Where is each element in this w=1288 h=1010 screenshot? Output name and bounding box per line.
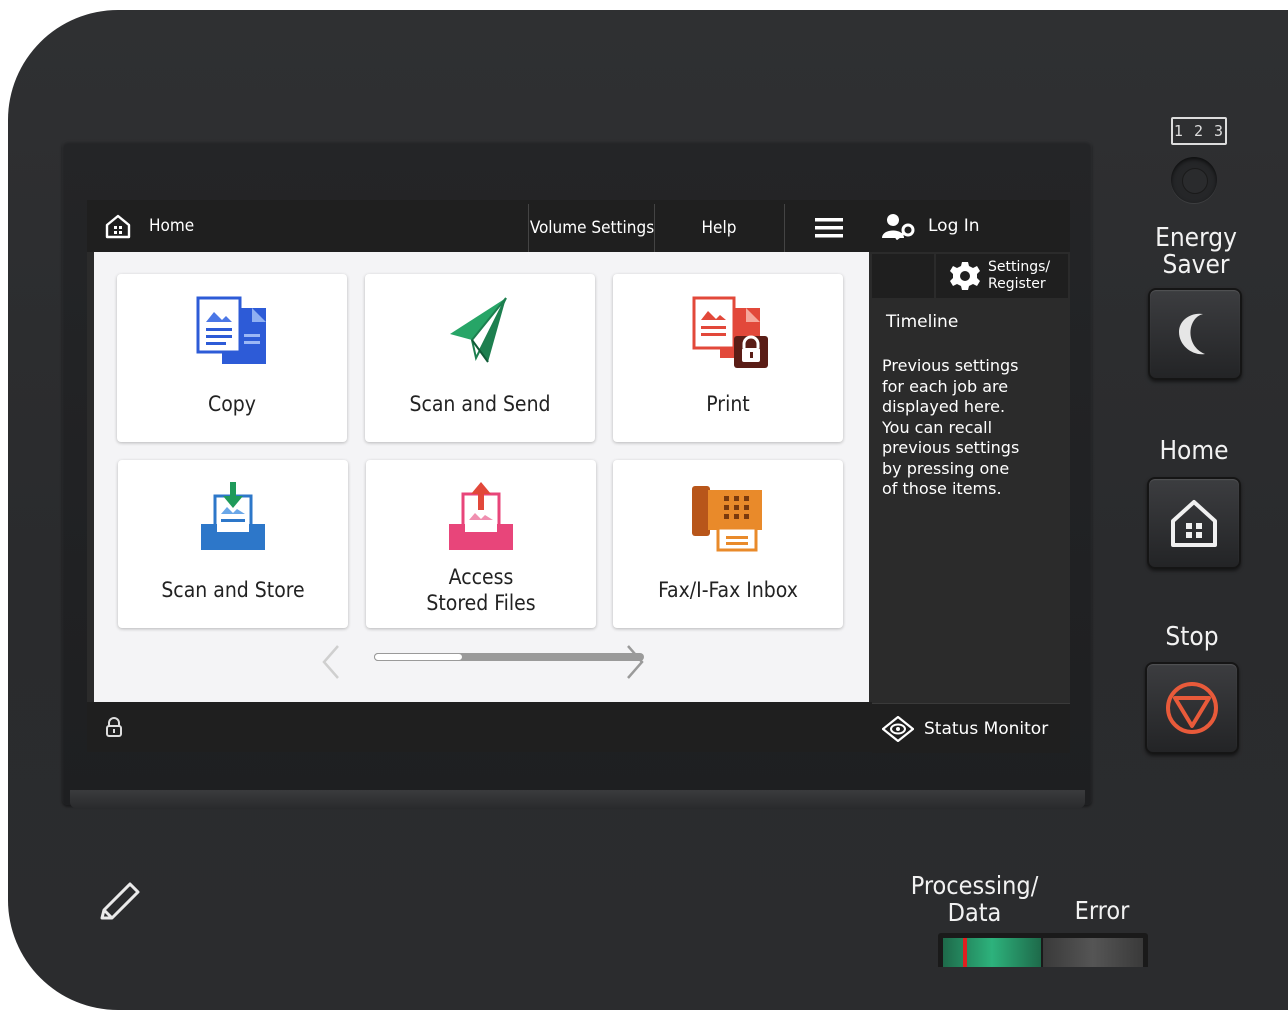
user-key-icon bbox=[882, 214, 915, 240]
main-menu-area: Copy Scan and Send Print Scan and Store … bbox=[94, 252, 869, 702]
paper-plane-icon bbox=[450, 297, 507, 363]
brightness-knob[interactable] bbox=[1171, 157, 1217, 203]
lock-icon[interactable] bbox=[105, 717, 123, 737]
counter-key[interactable]: 1 2 3 bbox=[1171, 117, 1227, 145]
tile-access-stored-files[interactable]: Access Stored Files bbox=[366, 460, 596, 628]
energy-saver-label: Energy Saver bbox=[1155, 223, 1237, 280]
home-hw-icon bbox=[1171, 500, 1217, 547]
tile-print-label: Print bbox=[706, 392, 750, 416]
hamburger-menu-button[interactable] bbox=[784, 204, 873, 252]
settings-register-button[interactable]: Settings/ Register bbox=[936, 254, 1068, 298]
timeline-title: Timeline bbox=[886, 312, 959, 332]
stop-icon bbox=[1166, 682, 1218, 734]
help-label: Help bbox=[701, 218, 737, 238]
home-tab[interactable]: Home bbox=[87, 200, 527, 252]
tile-fax-inbox-label: Fax/I-Fax Inbox bbox=[658, 578, 798, 602]
hamburger-menu-icon bbox=[815, 218, 843, 238]
tile-scan-and-store[interactable]: Scan and Store bbox=[118, 460, 348, 628]
settings-label-line1: Settings/ bbox=[988, 259, 1051, 275]
status-monitor-label: Status Monitor bbox=[924, 718, 1049, 739]
gear-icon bbox=[950, 262, 980, 290]
tile-scan-and-store-label: Scan and Store bbox=[161, 578, 305, 602]
tile-fax-inbox[interactable]: Fax/I-Fax Inbox bbox=[613, 460, 843, 628]
moon-icon bbox=[1179, 313, 1205, 355]
page-indicator-track[interactable] bbox=[374, 653, 644, 661]
secure-print-icon bbox=[692, 296, 768, 368]
tile-copy[interactable]: Copy bbox=[117, 274, 347, 442]
page-indicator-current bbox=[374, 653, 464, 661]
access-files-icon bbox=[449, 482, 513, 550]
status-monitor-icon bbox=[882, 715, 914, 742]
login-button[interactable]: Log In bbox=[872, 200, 1070, 252]
tile-copy-label: Copy bbox=[208, 392, 256, 416]
volume-settings-label: Volume Settings bbox=[529, 218, 655, 238]
error-label: Error bbox=[1074, 896, 1130, 925]
scan-store-icon bbox=[201, 482, 265, 550]
pen-icon[interactable] bbox=[96, 880, 142, 924]
fax-icon bbox=[692, 486, 762, 552]
top-bar: Home Volume Settings Help bbox=[87, 200, 872, 252]
timeline-description: Previous settings for each job are displ… bbox=[882, 356, 1020, 498]
bottom-bar bbox=[87, 702, 872, 752]
home-tab-label: Home bbox=[149, 216, 195, 236]
previous-page-chevron-icon[interactable] bbox=[318, 644, 344, 680]
help-button[interactable]: Help bbox=[654, 204, 783, 252]
error-led bbox=[1043, 938, 1143, 967]
stop-hw-button[interactable] bbox=[1145, 662, 1239, 754]
tile-scan-and-send-label: Scan and Send bbox=[409, 392, 551, 416]
processing-data-label: Processing/Data bbox=[910, 871, 1039, 927]
tile-scan-and-send[interactable]: Scan and Send bbox=[365, 274, 595, 442]
tile-access-stored-files-label: Access Stored Files bbox=[426, 565, 536, 615]
counter-label: 1 2 3 bbox=[1173, 122, 1225, 140]
copy-icon bbox=[196, 296, 266, 364]
processing-led-marker bbox=[963, 938, 967, 967]
processing-led bbox=[943, 938, 1041, 967]
volume-settings-button[interactable]: Volume Settings bbox=[528, 204, 655, 252]
status-monitor-button[interactable]: Status Monitor bbox=[872, 703, 1070, 753]
home-hw-button[interactable] bbox=[1147, 477, 1241, 569]
settings-label-line2: Register bbox=[988, 276, 1046, 292]
bezel-lip bbox=[70, 790, 1085, 808]
next-page-chevron-icon[interactable] bbox=[622, 644, 648, 680]
energy-saver-button[interactable] bbox=[1148, 288, 1242, 380]
home-hw-label: Home bbox=[1159, 436, 1229, 466]
right-panel: Log In Settings/ Register Timeline Previ… bbox=[872, 200, 1070, 753]
home-icon bbox=[105, 213, 131, 239]
touch-screen: Home Volume Settings Help Copy Scan and … bbox=[87, 200, 1070, 753]
settings-spacer bbox=[872, 254, 934, 298]
stop-hw-label: Stop bbox=[1165, 622, 1219, 652]
login-label: Log In bbox=[928, 216, 980, 236]
tile-print[interactable]: Print bbox=[613, 274, 843, 442]
